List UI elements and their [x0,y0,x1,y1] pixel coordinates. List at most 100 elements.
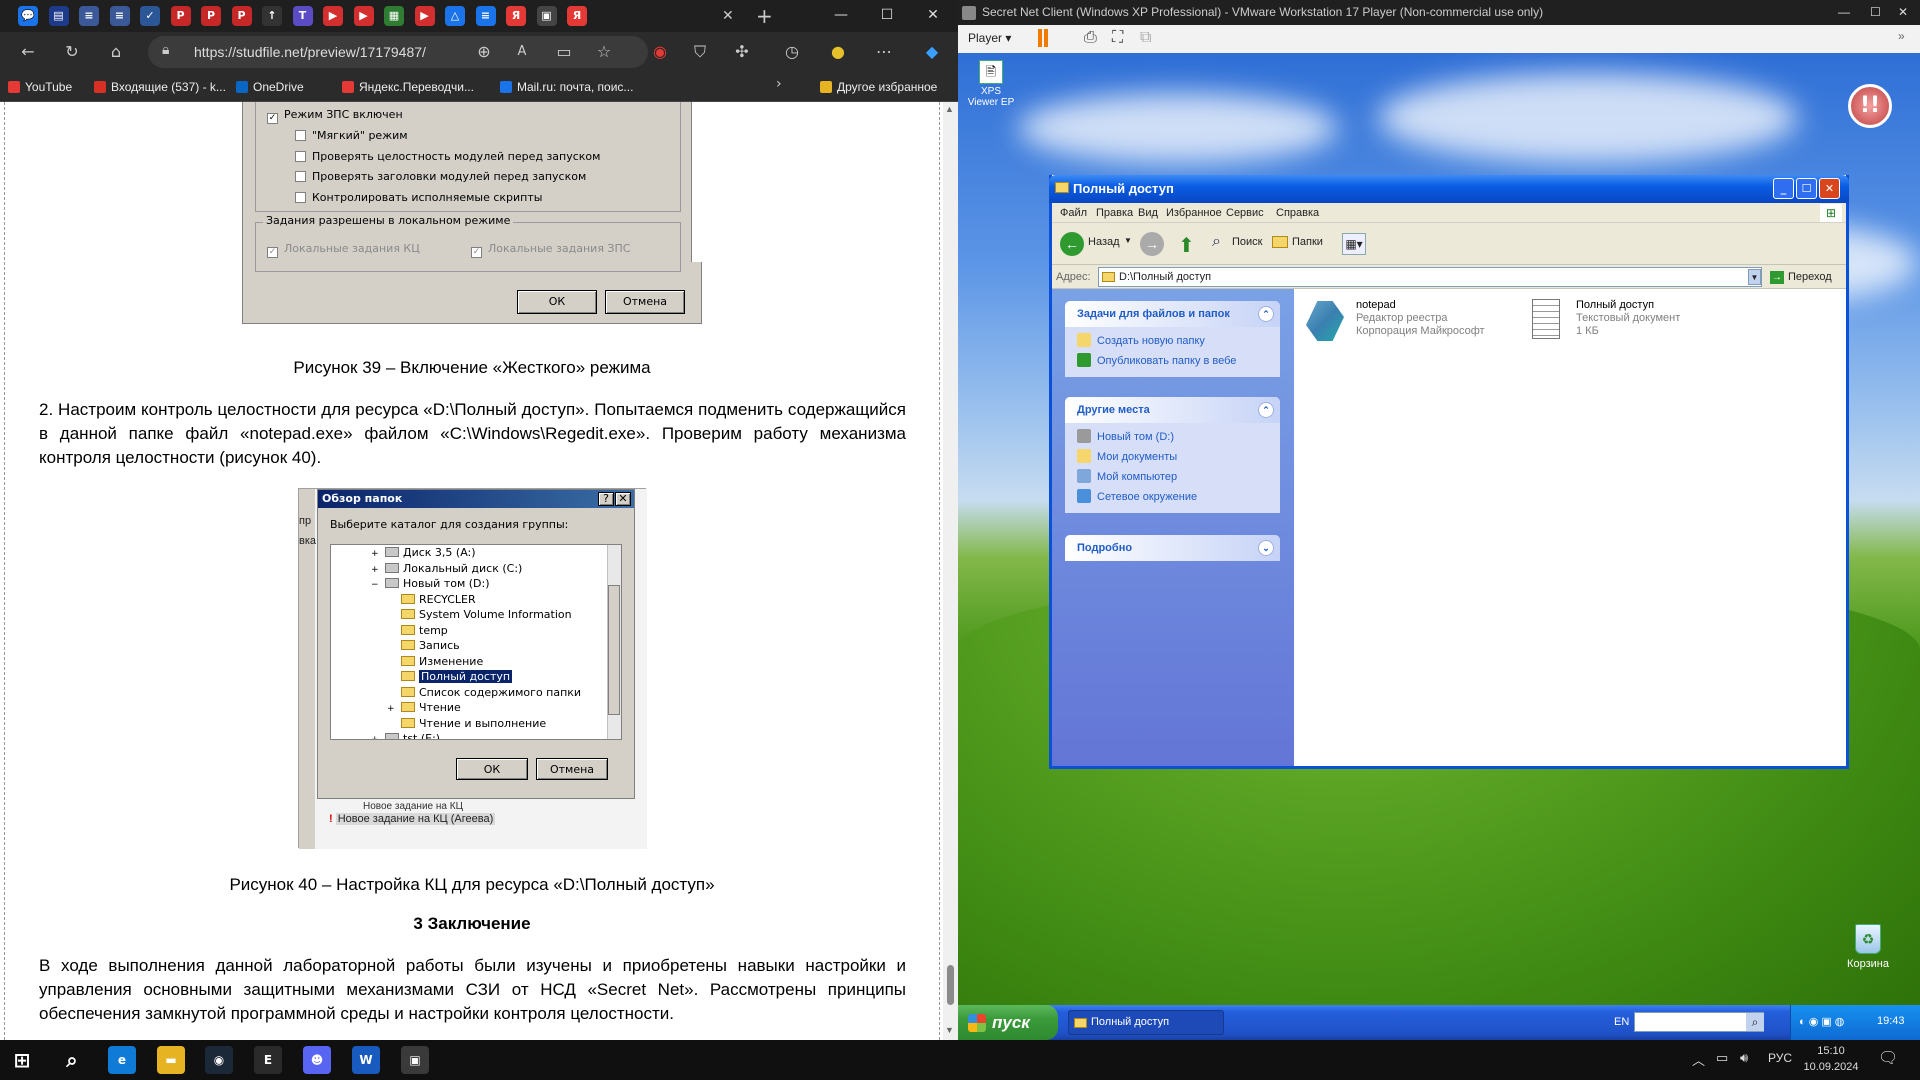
xps-viewer-shortcut[interactable]: 🖹︎ XPS Viewer EP [966,60,1016,108]
back-arrow-icon[interactable]: ← [1060,232,1084,256]
close-button[interactable]: ✕ [1819,178,1840,199]
lock-icon[interactable]: 🔒︎ [162,42,169,58]
recycle-bin-shortcut[interactable]: ♻ Корзина [1840,924,1896,970]
arrow-icon[interactable]: ↑ [262,6,282,26]
maximize-button[interactable]: ☐ [1796,178,1817,199]
expand-icon[interactable]: ⌄ [1258,540,1274,556]
more-options-icon[interactable]: ⋯ [872,40,896,64]
task-link[interactable]: Опубликовать папку в вебе [1065,351,1280,371]
yandex-icon[interactable]: Я [506,6,526,26]
youtube-icon[interactable]: ▶ [323,6,343,26]
pdf-icon[interactable]: P [201,6,221,26]
menu-item[interactable]: Вид [1138,203,1158,223]
steam-icon[interactable]: ◉ [205,1046,233,1074]
unity-icon[interactable]: ⧉ [1140,29,1151,47]
t-icon[interactable]: T [292,6,313,26]
vmware-icon[interactable]: ▣ [401,1046,429,1074]
taskbar-explorer-button[interactable]: Полный доступ [1068,1010,1224,1035]
favorite-link[interactable]: Входящие (537) - k... [94,78,226,96]
history-icon[interactable]: ◷ [780,40,804,64]
search-button[interactable]: Поиск [1232,236,1262,248]
start-button[interactable]: пуск [958,1005,1058,1040]
task-link[interactable]: Создать новую папку [1065,331,1280,351]
clock[interactable]: 15:10 10.09.2024 [1796,1043,1866,1075]
favorite-link[interactable]: Mail.ru: почта, поис... [500,78,633,96]
language-indicator[interactable]: РУС [1768,1051,1792,1065]
epic-games-icon[interactable]: E [254,1046,282,1074]
reload-icon[interactable]: ↻ [60,40,84,64]
menu-item[interactable]: Справка [1276,203,1319,223]
send-ctrl-alt-del-icon[interactable]: ⎙ [1084,29,1097,47]
address-input[interactable]: D:\Полный доступ [1098,267,1762,287]
tab-close-icon[interactable]: ✕ [722,8,734,24]
language-indicator[interactable]: EN [1614,1016,1629,1028]
volume-icon[interactable]: 🔊︎ [1740,1050,1748,1066]
go-button[interactable]: Переход [1788,265,1832,289]
word-icon[interactable]: W [352,1046,380,1074]
studfile-icon[interactable]: ▤ [48,6,69,26]
copilot-icon[interactable]: ◆ [920,40,944,64]
immersive-reader-icon[interactable]: ▭ [552,40,576,64]
file-explorer-icon[interactable]: ▬ [157,1046,185,1074]
menu-item[interactable]: Избранное [1166,203,1222,223]
maximize-button[interactable]: ☐ [864,0,910,30]
pdf-icon[interactable]: P [231,6,252,26]
doc-icon[interactable]: ≡ [109,6,130,26]
extensions-icon[interactable]: ✣ [730,40,754,64]
tray-icons[interactable]: ◐ ◉ ▣ ◍ [1799,1015,1844,1028]
place-link[interactable]: Новый том (D:) [1065,427,1280,447]
back-button[interactable]: Назад [1088,236,1120,248]
chevron-down-icon[interactable]: ▼ [1748,269,1761,285]
back-arrow-icon[interactable]: ← [16,40,40,64]
close-button[interactable]: ✕ [1898,0,1908,25]
menu-item[interactable]: Сервис [1226,203,1264,223]
favorite-star-icon[interactable]: ☆ [592,40,616,64]
other-favorites[interactable]: Другое избранное [820,78,937,96]
favorite-link[interactable]: YouTube [8,78,72,96]
minimize-button[interactable]: _ [1773,178,1794,199]
edge-icon[interactable]: e [108,1046,136,1074]
close-button[interactable]: ✕ [910,0,956,30]
forward-arrow-icon[interactable]: → [1140,232,1164,256]
grid-icon[interactable]: ▦ [384,6,404,26]
youtube-icon[interactable]: ▶ [353,6,374,26]
menu-item[interactable]: Правка [1096,203,1133,223]
pdf-icon[interactable]: P [170,6,191,26]
zoom-icon[interactable]: ⊕ [472,40,496,64]
doc-icon[interactable]: ≡ [79,6,99,26]
network-icon[interactable]: ▭ [1716,1050,1728,1066]
panel-header[interactable]: Другие места ⌃ [1065,397,1280,423]
search-icon[interactable]: ⌕ [1746,1013,1764,1031]
taskbar-search-input[interactable] [1634,1012,1764,1032]
scroll-thumb[interactable] [947,965,954,1005]
collapse-icon[interactable]: ⌃ [1258,306,1274,322]
docs-icon[interactable]: ≡ [475,6,496,26]
toolbar-more-icon[interactable]: » [1898,29,1905,43]
ublock-icon[interactable]: ◉ [648,40,672,64]
tray-overflow-icon[interactable]: ︿ [1692,1050,1705,1069]
maximize-button[interactable]: ☐ [1870,0,1881,25]
chevron-down-icon[interactable]: ▼ [1124,236,1132,245]
chevron-right-icon[interactable]: › [776,76,782,92]
folders-button[interactable]: Папки [1292,236,1323,248]
file-item[interactable]: Полный доступ Текстовый документ 1 КБ [1522,297,1732,349]
home-icon[interactable]: ⌂ [104,40,128,64]
read-aloud-icon[interactable]: A [510,40,534,64]
panel-header[interactable]: Задачи для файлов и папок ⌃ [1065,301,1280,327]
favorite-link[interactable]: Яндекс.Переводчи... [342,78,474,96]
up-folder-icon[interactable]: ⬆ [1178,233,1195,258]
yandex-icon[interactable]: Я [567,6,587,26]
pause-icon[interactable] [1038,29,1042,47]
discord-icon[interactable]: ☻ [303,1046,331,1074]
search-icon[interactable]: ⌕ [1212,233,1221,251]
place-link[interactable]: Сетевое окружение [1065,487,1280,507]
calendar-icon[interactable]: ▣ [536,6,557,26]
document-scrollbar[interactable] [943,102,958,1040]
player-menu[interactable]: Player ▾ [968,31,1011,45]
place-link[interactable]: Мои документы [1065,447,1280,467]
minimize-button[interactable]: — [818,0,864,30]
menu-item[interactable]: Файл [1060,203,1087,223]
notifications-icon[interactable]: 🗨︎ [1878,1048,1898,1068]
views-icon[interactable]: ▦▾ [1342,233,1366,255]
new-tab-button[interactable]: + [756,4,773,28]
